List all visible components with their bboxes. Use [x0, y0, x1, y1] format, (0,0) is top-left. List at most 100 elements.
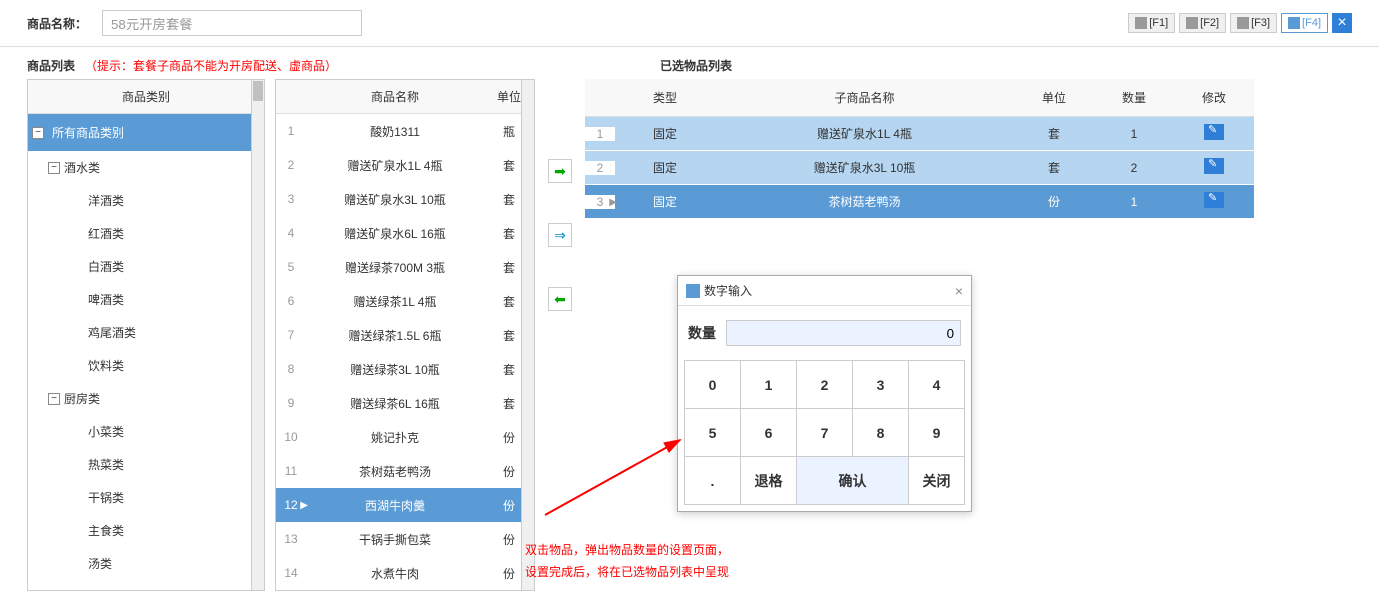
product-row-num: 4 — [276, 226, 306, 240]
numpad-close-button[interactable]: × — [955, 283, 963, 299]
numpad-title: 数字输入 — [704, 282, 752, 299]
numpad-key-1[interactable]: 1 — [741, 361, 797, 409]
tree-item[interactable]: −厨房类 — [28, 382, 264, 415]
move-right-button[interactable]: ➡ — [548, 159, 572, 183]
selected-row[interactable]: 3▶固定茶树菇老鸭汤份1 — [585, 185, 1254, 219]
selected-row-type: 固定 — [615, 193, 715, 210]
tree-item[interactable]: 啤酒类 — [28, 283, 264, 316]
product-row[interactable]: 1酸奶1311瓶 — [276, 114, 534, 148]
product-row[interactable]: 5赠送绿茶700M 3瓶套 — [276, 250, 534, 284]
close-button[interactable]: × — [1332, 13, 1352, 33]
product-row-num: 13 — [276, 532, 306, 546]
f1-button[interactable]: [F1] — [1128, 13, 1175, 33]
product-row[interactable]: 13干锅手撕包菜份 — [276, 522, 534, 556]
close-icon: × — [1337, 14, 1346, 32]
move-all-right-button[interactable]: ⇒ — [548, 223, 572, 247]
product-row[interactable]: 10姚记扑克份 — [276, 420, 534, 454]
product-name-input[interactable] — [102, 10, 362, 36]
list-icon — [1288, 17, 1300, 29]
product-row-num: 9 — [276, 396, 306, 410]
tree-item-label: 鸡尾酒类 — [88, 324, 136, 341]
arrow-left-icon: ⬅ — [554, 291, 566, 308]
tree-item-label: 热菜类 — [88, 456, 124, 473]
tree-item[interactable]: 鸡尾酒类 — [28, 316, 264, 349]
numpad-key-7[interactable]: 7 — [797, 409, 853, 457]
tree-item[interactable]: 主食类 — [28, 514, 264, 547]
numpad-key-2[interactable]: 2 — [797, 361, 853, 409]
selected-row-qty: 2 — [1094, 161, 1174, 175]
selected-row[interactable]: 1固定赠送矿泉水1L 4瓶套1 — [585, 117, 1254, 151]
tree-item[interactable]: 白酒类 — [28, 250, 264, 283]
product-row-name: 赠送绿茶1.5L 6瓶 — [306, 327, 484, 344]
product-row-unit: 套 — [484, 191, 534, 208]
product-row-name: 赠送绿茶3L 10瓶 — [306, 361, 484, 378]
selected-row-edit[interactable] — [1174, 158, 1254, 177]
product-row[interactable]: 9赠送绿茶6L 16瓶套 — [276, 386, 534, 420]
numpad-key-0[interactable]: 0 — [685, 361, 741, 409]
row-arrow-icon: ▶ — [609, 197, 617, 208]
tree-item[interactable]: −所有商品类别 — [28, 114, 264, 151]
product-row-unit: 套 — [484, 225, 534, 242]
tree-item[interactable]: 干锅类 — [28, 481, 264, 514]
top-right-buttons: [F1] [F2] [F3] [F4] × — [1128, 13, 1352, 33]
numpad-key-4[interactable]: 4 — [909, 361, 965, 409]
tree-item[interactable]: 饮料类 — [28, 349, 264, 382]
product-row-num: 10 — [276, 430, 306, 444]
products-header-unit: 单位 — [484, 80, 534, 113]
product-row[interactable]: 14水煮牛肉份 — [276, 556, 534, 590]
product-row[interactable]: 11茶树菇老鸭汤份 — [276, 454, 534, 488]
tree-toggle-icon[interactable]: − — [32, 127, 44, 139]
numpad-key-9[interactable]: 9 — [909, 409, 965, 457]
selected-row-type: 固定 — [615, 159, 715, 176]
double-arrow-right-icon: ⇒ — [554, 227, 566, 244]
product-row[interactable]: 2赠送矿泉水1L 4瓶套 — [276, 148, 534, 182]
product-row-num: 14 — [276, 566, 306, 580]
tree-toggle-icon[interactable]: − — [48, 393, 60, 405]
f4-button[interactable]: [F4] — [1281, 13, 1328, 33]
numpad-key-5[interactable]: 5 — [685, 409, 741, 457]
selected-row-name: 赠送矿泉水3L 10瓶 — [715, 159, 1014, 176]
numpad-confirm-button[interactable]: 确认 — [797, 457, 909, 505]
product-row[interactable]: 7赠送绿茶1.5L 6瓶套 — [276, 318, 534, 352]
product-row[interactable]: 12▶西湖牛肉羹份 — [276, 488, 534, 522]
numpad-key-8[interactable]: 8 — [853, 409, 909, 457]
tree-item[interactable]: −酒水类 — [28, 151, 264, 184]
tree-item[interactable]: 汤类 — [28, 547, 264, 580]
move-left-button[interactable]: ⬅ — [548, 287, 572, 311]
header-row: 商品列表 （提示：套餐子商品不能为开房配送、虚商品） 已选物品列表 — [0, 47, 1379, 79]
tree-item[interactable]: 小菜类 — [28, 415, 264, 448]
selected-header-qty: 数量 — [1094, 83, 1174, 112]
numpad-qty-input[interactable] — [726, 320, 961, 346]
tree-toggle-icon[interactable]: − — [48, 162, 60, 174]
products-header-name: 商品名称 — [306, 80, 484, 113]
selected-row[interactable]: 2固定赠送矿泉水3L 10瓶套2 — [585, 151, 1254, 185]
category-header: 商品类别 — [28, 80, 264, 114]
selected-row-edit[interactable] — [1174, 192, 1254, 211]
tree-item[interactable]: 红酒类 — [28, 217, 264, 250]
selected-row-edit[interactable] — [1174, 124, 1254, 143]
product-row[interactable]: 8赠送绿茶3L 10瓶套 — [276, 352, 534, 386]
product-row[interactable]: 6赠送绿茶1L 4瓶套 — [276, 284, 534, 318]
numpad-backspace-button[interactable]: 退格 — [741, 457, 797, 505]
product-row-num: 11 — [276, 464, 306, 478]
numpad-key-3[interactable]: 3 — [853, 361, 909, 409]
product-row-name: 干锅手撕包菜 — [306, 531, 484, 548]
numpad-key-6[interactable]: 6 — [741, 409, 797, 457]
products-panel: 商品名称 单位 1酸奶1311瓶2赠送矿泉水1L 4瓶套3赠送矿泉水3L 10瓶… — [275, 79, 535, 591]
tree-item-label: 所有商品类别 — [48, 122, 128, 143]
product-row-num: 1 — [276, 124, 306, 138]
selected-row-num: 3▶ — [585, 195, 615, 209]
tree-item-label: 红酒类 — [88, 225, 124, 242]
product-row-unit: 份 — [484, 497, 534, 514]
numpad-close-button-2[interactable]: 关闭 — [909, 457, 965, 505]
numpad-key-dot[interactable]: . — [685, 457, 741, 505]
product-row[interactable]: 3赠送矿泉水3L 10瓶套 — [276, 182, 534, 216]
tree-item[interactable]: 洋酒类 — [28, 184, 264, 217]
f2-button[interactable]: [F2] — [1179, 13, 1226, 33]
product-row-name: 酸奶1311 — [306, 123, 484, 140]
tree-item[interactable]: 热菜类 — [28, 448, 264, 481]
product-row-unit: 套 — [484, 259, 534, 276]
scroll-thumb[interactable] — [253, 81, 263, 101]
f3-button[interactable]: [F3] — [1230, 13, 1277, 33]
product-row[interactable]: 4赠送矿泉水6L 16瓶套 — [276, 216, 534, 250]
